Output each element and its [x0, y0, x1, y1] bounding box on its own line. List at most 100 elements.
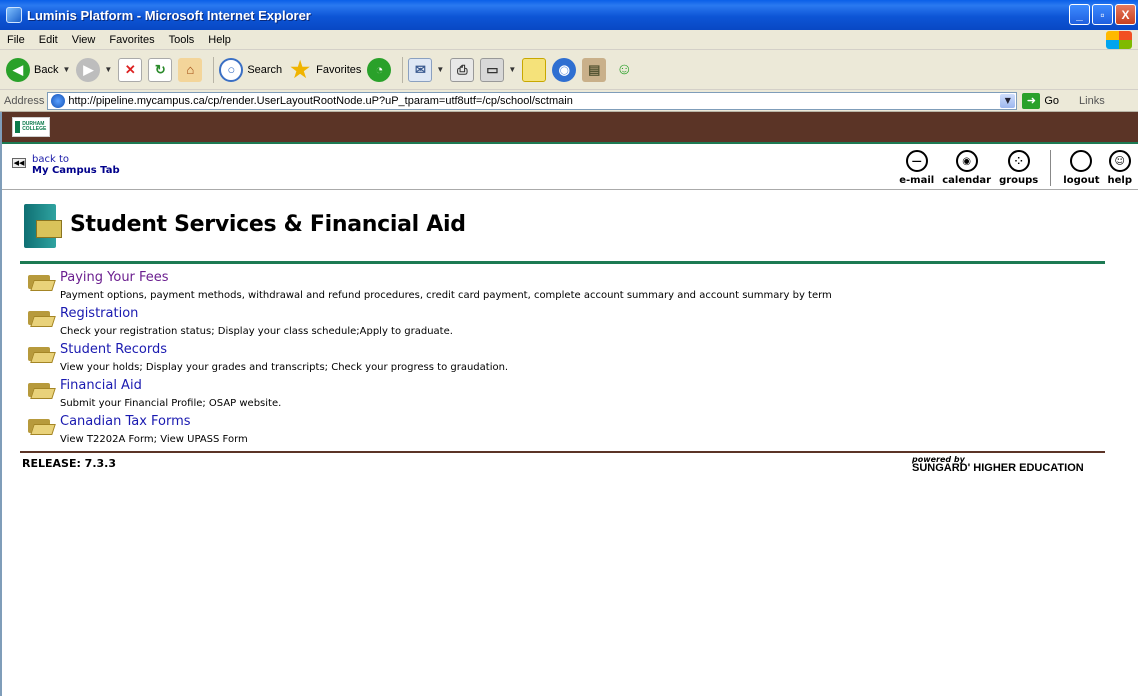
calendar-link[interactable]: ◉ calendar [942, 150, 991, 186]
list-item: Financial Aid Submit your Financial Prof… [26, 378, 1116, 414]
back-button[interactable]: ◀ Back ▼ [6, 57, 70, 82]
item-description: Check your registration status; Display … [60, 326, 453, 337]
email-icon: — [905, 150, 928, 172]
mail-button[interactable]: ✉ ▼ [408, 57, 444, 82]
help-link[interactable]: ☺ help [1107, 150, 1133, 186]
menu-tools[interactable]: Tools [162, 34, 202, 46]
print-button[interactable]: ⎙ [450, 57, 475, 82]
menu-favorites[interactable]: Favorites [102, 34, 161, 46]
logout-link[interactable]: logout [1063, 150, 1100, 186]
menu-file[interactable]: File [0, 34, 32, 46]
item-description: View T2202A Form; View UPASS Form [60, 434, 248, 445]
back-line-2: My Campus Tab [32, 165, 120, 176]
refresh-icon: ↻ [148, 57, 173, 82]
brand-bar: DURHAM COLLEGE [2, 112, 1138, 144]
item-description: Payment options, payment methods, withdr… [60, 290, 832, 301]
list-item: Student Records View your holds; Display… [26, 342, 1116, 378]
research-icon: ▤ [582, 57, 607, 82]
groups-icon: ⁘ [1007, 150, 1030, 172]
folder-icon [26, 345, 56, 363]
rewind-icon: ◀◀ [12, 158, 26, 168]
menu-bar: File Edit View Favorites Tools Help [0, 30, 1138, 50]
address-bar: Address http://pipeline.mycampus.ca/cp/r… [0, 90, 1138, 112]
back-link-text: back to My Campus Tab [32, 154, 120, 176]
window-title: Luminis Platform - Microsoft Internet Ex… [27, 7, 311, 23]
discuss-button[interactable] [522, 57, 547, 82]
chevron-down-icon[interactable]: ▼ [1000, 93, 1016, 108]
people-button[interactable]: ☺ [612, 58, 636, 82]
messenger-icon: ◉ [552, 57, 577, 82]
logo-mark-icon [15, 121, 21, 133]
menu-help[interactable]: Help [201, 34, 238, 46]
address-input[interactable]: http://pipeline.mycampus.ca/cp/render.Us… [47, 91, 1018, 110]
ie-app-icon [6, 7, 22, 23]
messenger-button[interactable]: ◉ [552, 57, 577, 82]
email-label: e-mail [899, 175, 935, 186]
edit-button[interactable]: ▭ ▼ [480, 57, 516, 82]
logout-icon [1070, 150, 1093, 172]
menu-edit[interactable]: Edit [32, 34, 65, 46]
file-cabinet-icon [20, 198, 64, 250]
item-description: View your holds; Display your grades and… [60, 362, 509, 373]
groups-link[interactable]: ⁘ groups [999, 150, 1038, 186]
history-icon: ◔ [367, 57, 392, 82]
search-icon: ○ [219, 57, 244, 82]
folder-icon [26, 417, 56, 435]
close-button[interactable]: X [1115, 4, 1136, 25]
home-icon: ⌂ [178, 57, 203, 82]
list-item: Canadian Tax Forms View T2202A Form; Vie… [26, 414, 1116, 450]
help-label: help [1107, 175, 1133, 186]
forward-arrow-icon: ▶ [76, 57, 101, 82]
paying-your-fees-link[interactable]: Paying Your Fees [60, 270, 169, 285]
channel-nav-bar: ◀◀ back to My Campus Tab — e-mail ◉ cale… [2, 146, 1138, 190]
stop-icon: ✕ [118, 57, 143, 82]
print-icon: ⎙ [450, 57, 475, 82]
maximize-button[interactable]: ▫ [1092, 4, 1113, 25]
portal-icons: — e-mail ◉ calendar ⁘ groups logout ☺ he… [891, 150, 1132, 186]
go-label: Go [1044, 94, 1060, 107]
page-viewport: DURHAM COLLEGE ◀◀ back to My Campus Tab … [0, 112, 1138, 696]
edit-icon: ▭ [480, 57, 505, 82]
back-arrow-icon: ◀ [6, 57, 30, 82]
calendar-icon: ◉ [955, 150, 978, 172]
student-records-link[interactable]: Student Records [60, 342, 167, 357]
favorites-label: Favorites [316, 63, 362, 76]
windows-logo-icon [1106, 31, 1132, 49]
people-icon: ☺ [616, 60, 633, 78]
search-button[interactable]: ○ Search [219, 57, 282, 82]
durham-college-logo[interactable]: DURHAM COLLEGE [12, 117, 50, 137]
discuss-icon [522, 57, 547, 82]
refresh-button[interactable]: ↻ [148, 57, 173, 82]
back-line-1: back to [32, 154, 69, 165]
list-item: Registration Check your registration sta… [26, 306, 1116, 342]
canadian-tax-forms-link[interactable]: Canadian Tax Forms [60, 414, 191, 429]
browser-toolbar: ◀ Back ▼ ▶ ▼ ✕ ↻ ⌂ ○ Search ★ Favorites … [0, 50, 1138, 90]
links-button[interactable]: Links [1079, 95, 1105, 107]
minimize-button[interactable]: _ [1069, 4, 1090, 25]
registration-link[interactable]: Registration [60, 306, 138, 321]
forward-button[interactable]: ▶ ▼ [76, 57, 112, 82]
window-title-bar[interactable]: Luminis Platform - Microsoft Internet Ex… [0, 0, 1138, 30]
toolbar-separator [402, 56, 404, 83]
back-label: Back [34, 63, 59, 76]
research-button[interactable]: ▤ [582, 57, 607, 82]
chevron-down-icon[interactable]: ▼ [62, 65, 70, 74]
window-controls: _ ▫ X [1069, 4, 1136, 25]
page-icon [51, 93, 66, 108]
back-to-tab-link[interactable]: ◀◀ back to My Campus Tab [12, 154, 120, 176]
email-link[interactable]: — e-mail [899, 150, 934, 186]
toolbar-separator [213, 56, 215, 83]
home-button[interactable]: ⌂ [178, 57, 203, 82]
release-version: RELEASE: 7.3.3 [22, 457, 117, 470]
go-button[interactable]: ➜ Go [1022, 92, 1060, 109]
chevron-down-icon[interactable]: ▼ [508, 65, 516, 74]
logo-text: DURHAM COLLEGE [22, 121, 47, 132]
history-button[interactable]: ◔ [367, 57, 392, 82]
chevron-down-icon[interactable]: ▼ [104, 65, 112, 74]
address-label: Address [4, 94, 45, 107]
stop-button[interactable]: ✕ [118, 57, 143, 82]
chevron-down-icon[interactable]: ▼ [436, 65, 444, 74]
menu-view[interactable]: View [65, 34, 103, 46]
favorites-button[interactable]: ★ Favorites [288, 57, 362, 82]
financial-aid-link[interactable]: Financial Aid [60, 378, 142, 393]
